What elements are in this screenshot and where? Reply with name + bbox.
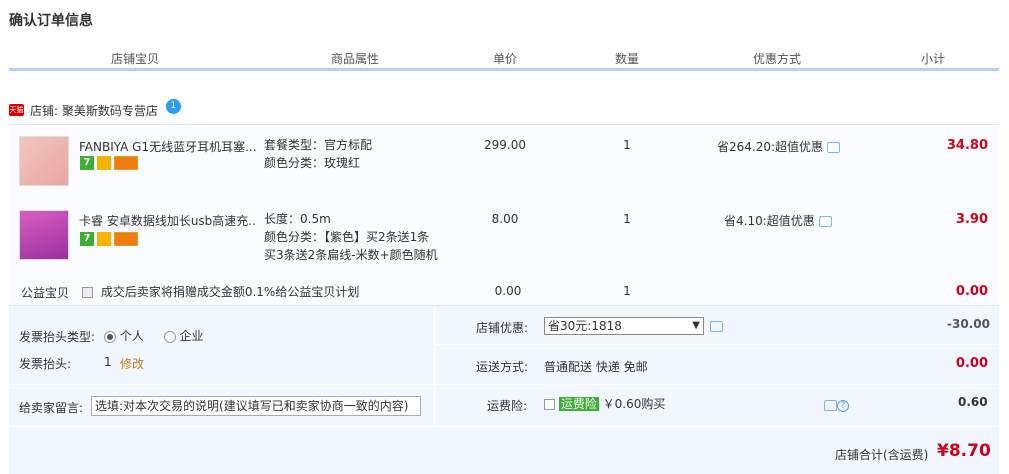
attr-line: 颜色分类：【紫色】买2条送1条 [264,230,430,244]
insurance-price: ￥0.60购买 [602,397,666,411]
header-divider [9,68,999,71]
shipping-label: 运送方式: [476,360,529,374]
col-header-promo: 优惠方式 [752,52,801,66]
message-label: 给卖家留言: [19,401,84,415]
item-price: 8.00 [491,212,519,226]
shipping-method: 普通配送 快递 免邮 [544,360,648,374]
radio-personal[interactable] [104,330,116,343]
item-attributes: 长度：0.5m 颜色分类：【紫色】买2条送1条 买3条送2条扁线-米数+颜色随机 [264,210,438,264]
radio-personal-label[interactable]: 个人 [120,329,144,343]
credit-card-icon [114,156,138,170]
tmall-icon: 天猫 [9,104,24,116]
charity-qty: 1 [623,284,631,298]
page-title: 确认订单信息 [9,13,93,29]
charity-checkbox[interactable] [82,287,93,298]
insurance-option: 运费险 ￥0.60购买 [544,395,665,412]
insurance-label: 运费险: [487,399,528,413]
chat-icon[interactable]: 1 [165,98,181,114]
comment-icon[interactable] [827,142,841,153]
chevron-down-icon: ▼ [692,320,700,331]
item-price: 299.00 [484,138,526,152]
total-label: 店铺合计(含运费) [835,448,929,462]
shipping-value: 0.00 [955,356,988,371]
shop-discount-label: 店铺优惠: [476,321,529,335]
item-subtotal: 3.90 [955,212,988,227]
item-qty: 1 [623,212,631,226]
invoice-type-label: 发票抬头类型: [19,330,96,344]
item-promo: 省4.10:超值优惠 [724,212,832,229]
panel-divider [435,384,999,385]
radio-company-label[interactable]: 企业 [180,329,204,343]
panel-divider [434,306,435,426]
invoice-type-options: 个人 企业 [104,327,204,344]
invoice-header-value: 1 [104,355,112,369]
charity-price: 0.00 [494,284,522,298]
shop-row: 天猫 店铺: 聚美斯数码专营店 1 [9,98,181,120]
col-header-subtotal: 小计 [920,52,945,66]
item-subtotal: 34.80 [946,138,988,153]
shop-discount-select[interactable]: 省30元:1818 ▼ [544,317,704,335]
invoice-header-label: 发票抬头: [19,357,72,371]
charity-row: 成交后卖家将捐赠成交金额0.1%给公益宝贝计划 [82,283,359,300]
item-badges: 7 [80,156,138,170]
charity-subtotal: 0.00 [955,284,988,299]
attr-line: 颜色分类：玫瑰红 [264,156,361,170]
item-thumbnail[interactable] [19,136,69,186]
item-thumbnail[interactable] [19,210,69,260]
charity-label: 公益宝贝 [21,286,70,300]
charity-text: 成交后卖家将捐赠成交金额0.1%给公益宝贝计划 [100,285,360,299]
promo-text: 省4.10:超值优惠 [724,214,815,228]
panel-divider [9,384,434,385]
panel-divider [435,344,999,345]
item-badges: 7 [80,232,138,246]
invoice-edit-link[interactable]: 修改 [120,355,144,372]
radio-company[interactable] [163,330,176,343]
insurance-checkbox[interactable] [544,399,555,410]
guarantee-icon [97,156,111,170]
shop-discount-value: -30.00 [947,317,990,331]
insurance-badge: 运费险 [558,397,599,411]
shop-discount-selected: 省30元:1818 [548,319,622,333]
seven-day-return-icon: 7 [80,156,94,170]
panel-divider [9,426,999,427]
insurance-help: ? [824,398,849,412]
insurance-value: 0.60 [958,395,988,409]
help-icon[interactable]: ? [837,399,849,412]
comment-icon[interactable] [710,321,723,332]
attr-line: 长度：0.5m [264,212,331,226]
col-header-qty: 数量 [614,52,639,66]
shop-name-link[interactable]: 店铺: 聚美斯数码专营店 [30,102,158,119]
comment-icon[interactable] [824,400,837,411]
attr-line: 买3条送2条扁线-米数+颜色随机 [264,248,438,262]
guarantee-icon [97,232,111,246]
total-value: ¥8.70 [937,441,991,461]
item-attributes: 套餐类型：官方标配 颜色分类：玫瑰红 [264,136,372,172]
attr-line: 套餐类型：官方标配 [264,138,373,152]
comment-icon[interactable] [818,216,832,227]
item-name-link[interactable]: FANBIYA G1无线蓝牙耳机耳塞... [79,138,257,155]
item-promo: 省264.20:超值优惠 [717,138,841,155]
credit-card-icon [114,232,138,246]
item-qty: 1 [623,138,631,152]
col-header-price: 单价 [492,52,517,66]
message-input[interactable]: 选填:对本次交易的说明(建议填写已和卖家协商一致的内容) [91,396,421,416]
item-name-link[interactable]: 卡睿 安卓数据线加长usb高速充... [79,212,257,229]
promo-text: 省264.20:超值优惠 [717,140,824,154]
col-header-attrs: 商品属性 [330,52,379,66]
col-header-item: 店铺宝贝 [110,52,159,66]
seven-day-return-icon: 7 [80,232,94,246]
